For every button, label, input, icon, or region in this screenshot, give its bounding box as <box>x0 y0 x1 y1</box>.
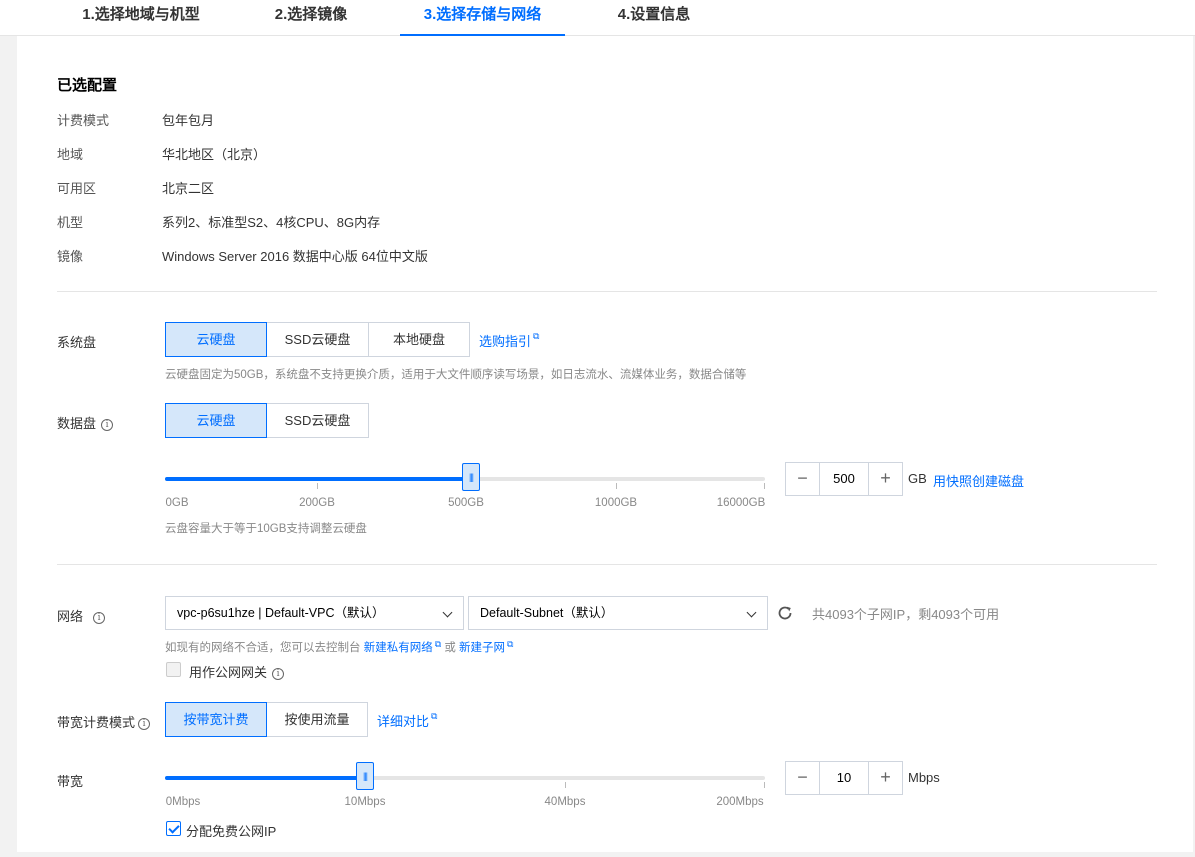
data-disk-cloud-option[interactable]: 云硬盘 <box>165 403 267 438</box>
new-vpc-link-text[interactable]: 新建私有网络 <box>364 642 433 654</box>
data-disk-slider-handle[interactable]: ||| <box>462 463 480 491</box>
selected-config-title: 已选配置 <box>57 77 118 94</box>
network-hint: 如现有的网络不合适，您可以去控制台 新建私有网络 ⧉ 或 新建子网 ⧉ <box>165 639 513 655</box>
public-gateway-label: 用作公网网关 i <box>189 662 285 681</box>
bandwidth-slider-fill <box>165 776 365 780</box>
new-subnet-link[interactable]: 新建子网 ⧉ <box>459 639 514 654</box>
region-label: 地域 <box>57 147 84 162</box>
network-hint-or: 或 <box>444 642 456 654</box>
new-subnet-link-text[interactable]: 新建子网 <box>459 642 505 654</box>
vpc-select-value: vpc-p6su1hze | Default-VPC（默认） <box>177 606 385 620</box>
subnet-select[interactable]: Default-Subnet（默认） <box>468 596 768 630</box>
bandwidth-stepper: − 10 + <box>785 761 903 795</box>
zone-value: 北京二区 <box>162 181 215 196</box>
decrement-button[interactable]: − <box>786 463 820 495</box>
purchase-guide-link[interactable]: 选购指引 ⧉ <box>479 331 539 350</box>
external-link-icon: ⧉ <box>431 711 438 721</box>
subnet-ip-info: 共4093个子网IP，剩4093个可用 <box>812 607 1000 622</box>
network-label-text: 网络 <box>57 609 84 624</box>
slider-tick-label: 500GB <box>448 497 484 509</box>
image-value: Windows Server 2016 数据中心版 64位中文版 <box>162 249 428 264</box>
network-hint-text: 如现有的网络不合适，您可以去控制台 <box>165 642 361 654</box>
bandwidth-unit: Mbps <box>908 770 940 785</box>
info-icon[interactable]: i <box>272 667 285 680</box>
data-disk-size-stepper: − 500 + <box>785 462 903 496</box>
slider-tick-label: 0GB <box>165 497 189 509</box>
slider-tick-label: 200Mbps <box>716 796 764 808</box>
bandwidth-billing-label: 带宽计费模式 i <box>57 712 151 731</box>
refresh-icon[interactable] <box>777 605 793 621</box>
slider-tick <box>764 483 765 489</box>
chevron-down-icon <box>746 607 757 618</box>
instance-type-value: 系列2、标准型S2、4核CPU、8G内存 <box>162 215 381 230</box>
system-disk-cloud-option[interactable]: 云硬盘 <box>165 322 267 357</box>
data-disk-hint: 云盘容量大于等于10GB支持调整云硬盘 <box>165 523 367 535</box>
public-gateway-checkbox[interactable] <box>166 662 181 677</box>
data-disk-ssd-option[interactable]: SSD云硬盘 <box>266 403 369 438</box>
divider <box>57 291 1157 292</box>
compare-link-text[interactable]: 详细对比 <box>377 714 429 729</box>
slider-tick-label: 10Mbps <box>344 796 386 808</box>
purchase-guide-text[interactable]: 选购指引 <box>479 334 531 349</box>
tab-storage-and-network[interactable]: 3.选择存储与网络 <box>400 0 565 36</box>
public-ip-label: 分配免费公网IP <box>186 824 277 839</box>
external-link-icon: ⧉ <box>434 639 442 649</box>
info-icon[interactable]: i <box>93 611 106 624</box>
left-gutter <box>0 36 17 857</box>
slider-tick-label: 200GB <box>299 497 335 509</box>
system-disk-hint: 云硬盘固定为50GB，系统盘不支持更换介质，适用于大文件顺序读写场景，如日志流水… <box>165 369 747 381</box>
compare-link[interactable]: 详细对比 ⧉ <box>377 711 437 730</box>
billing-mode-label: 计费模式 <box>57 113 110 128</box>
slider-tick <box>616 483 617 489</box>
bandwidth-input[interactable]: 10 <box>820 762 868 794</box>
region-value: 华北地区（北京） <box>162 147 267 162</box>
tab-settings[interactable]: 4.设置信息 <box>598 0 710 36</box>
subnet-select-value: Default-Subnet（默认） <box>480 606 614 620</box>
increment-button[interactable]: + <box>868 463 902 495</box>
slider-tick <box>317 483 318 489</box>
data-disk-size-input[interactable]: 500 <box>820 463 868 495</box>
tab-image[interactable]: 2.选择镜像 <box>253 0 369 36</box>
new-vpc-link[interactable]: 新建私有网络 ⧉ <box>364 639 442 654</box>
info-icon[interactable]: i <box>138 717 151 730</box>
external-link-icon: ⧉ <box>533 331 540 341</box>
public-gateway-label-text: 用作公网网关 <box>189 665 268 680</box>
bandwidth-billing-label-text: 带宽计费模式 <box>57 715 136 730</box>
image-label: 镜像 <box>57 249 84 264</box>
zone-label: 可用区 <box>57 181 97 196</box>
bandwidth-label: 带宽 <box>57 774 84 789</box>
data-disk-label-text: 数据盘 <box>57 416 97 431</box>
slider-tick <box>764 782 765 788</box>
slider-tick <box>565 782 566 788</box>
external-link-icon: ⧉ <box>507 639 514 649</box>
billing-mode-value: 包年包月 <box>162 113 215 128</box>
tab-region-and-model[interactable]: 1.选择地域与机型 <box>62 0 220 36</box>
system-disk-ssd-option[interactable]: SSD云硬盘 <box>266 322 369 357</box>
data-disk-label: 数据盘 i <box>57 413 114 432</box>
slider-tick-label: 40Mbps <box>544 796 586 808</box>
divider <box>57 564 1157 565</box>
info-icon[interactable]: i <box>101 418 114 431</box>
public-ip-checkbox[interactable] <box>166 821 181 836</box>
billing-by-bandwidth-option[interactable]: 按带宽计费 <box>165 702 267 737</box>
vpc-select[interactable]: vpc-p6su1hze | Default-VPC（默认） <box>165 596 464 630</box>
instance-type-label: 机型 <box>57 215 84 230</box>
slider-tick-label: 16000GB <box>716 497 766 509</box>
snapshot-create-disk-link[interactable]: 用快照创建磁盘 <box>933 471 1024 490</box>
increment-button[interactable]: + <box>868 762 902 794</box>
bandwidth-slider-handle[interactable]: ||| <box>356 762 374 790</box>
slider-tick-label: 1000GB <box>594 497 638 509</box>
system-disk-local-option[interactable]: 本地硬盘 <box>368 322 470 357</box>
data-disk-slider-fill <box>165 477 471 481</box>
step-tabs: 1.选择地域与机型 2.选择镜像 3.选择存储与网络 4.设置信息 <box>0 0 1195 36</box>
data-disk-unit: GB <box>908 471 927 486</box>
chevron-down-icon <box>442 607 453 618</box>
billing-by-traffic-option[interactable]: 按使用流量 <box>266 702 368 737</box>
system-disk-label: 系统盘 <box>57 335 97 350</box>
bottom-gutter <box>17 852 1195 857</box>
decrement-button[interactable]: − <box>786 762 820 794</box>
slider-tick-label: 0Mbps <box>165 796 201 808</box>
network-label: 网络 i <box>57 606 106 625</box>
